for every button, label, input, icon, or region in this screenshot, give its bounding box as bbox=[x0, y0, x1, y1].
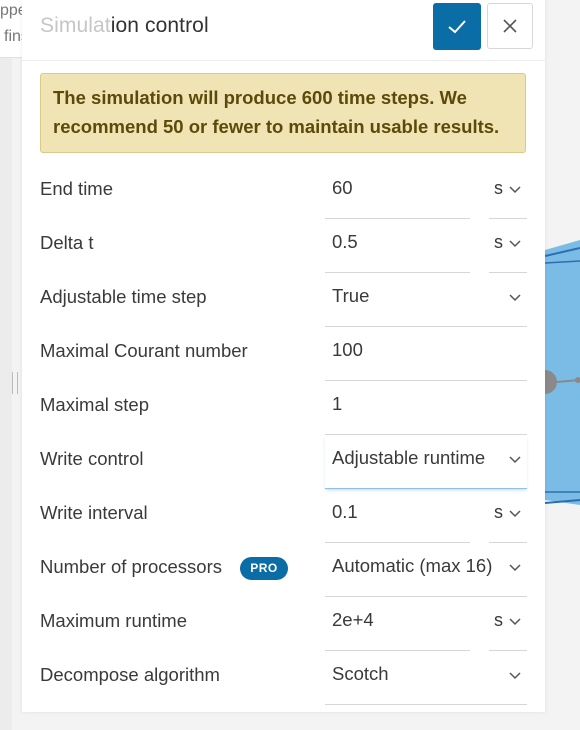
maximum-runtime-input[interactable]: 2e+4 bbox=[325, 597, 470, 651]
check-icon bbox=[448, 19, 466, 33]
viewport-geometry bbox=[545, 240, 580, 505]
write-interval-unit-select[interactable]: s bbox=[489, 489, 527, 543]
field-row-max-step: Maximal step 1 bbox=[22, 381, 545, 435]
field-row-write-control: Write control Adjustable runtime bbox=[22, 435, 545, 489]
left-sidebar-background bbox=[0, 0, 12, 730]
delta-t-input[interactable]: 0.5 bbox=[325, 219, 470, 273]
chevron-down-icon bbox=[509, 456, 521, 464]
field-label: Delta t bbox=[40, 232, 94, 253]
field-row-number-of-processors: Number of processors PRO Automatic (max … bbox=[22, 543, 545, 597]
write-control-select[interactable]: Adjustable runtime bbox=[325, 435, 527, 489]
field-value: Scotch bbox=[332, 663, 389, 684]
chevron-down-icon bbox=[509, 672, 521, 680]
pro-badge: PRO bbox=[240, 557, 288, 580]
number-of-processors-select[interactable]: Automatic (max 16) bbox=[325, 543, 527, 597]
field-value: Automatic (max 16) bbox=[332, 555, 493, 576]
write-interval-input[interactable]: 0.1 bbox=[325, 489, 470, 543]
panel-title-text: ion control bbox=[110, 14, 209, 37]
close-button[interactable] bbox=[487, 3, 533, 49]
field-label: Write interval bbox=[40, 502, 148, 523]
panel-resize-handle[interactable] bbox=[12, 372, 18, 394]
field-label: End time bbox=[40, 178, 114, 199]
chevron-down-icon bbox=[509, 510, 521, 518]
field-row-write-interval: Write interval 0.1 s bbox=[22, 489, 545, 543]
chevron-down-icon bbox=[509, 186, 521, 194]
delta-t-unit-select[interactable]: s bbox=[489, 219, 527, 273]
panel-title: Simulation control bbox=[40, 14, 209, 38]
field-label: Decompose algorithm bbox=[40, 664, 220, 685]
confirm-button[interactable] bbox=[433, 3, 481, 50]
field-row-end-time: End time 60 s bbox=[22, 165, 545, 219]
chevron-down-icon bbox=[509, 294, 521, 302]
unit-label: s bbox=[494, 502, 503, 522]
field-row-max-courant: Maximal Courant number 100 bbox=[22, 327, 545, 381]
field-value: True bbox=[332, 285, 370, 306]
field-row-maximum-runtime: Maximum runtime 2e+4 s bbox=[22, 597, 545, 651]
chevron-down-icon bbox=[509, 564, 521, 572]
unit-label: s bbox=[494, 178, 503, 198]
maximum-runtime-unit-select[interactable]: s bbox=[489, 597, 527, 651]
field-label: Maximum runtime bbox=[40, 610, 187, 631]
field-row-decompose-algorithm: Decompose algorithm Scotch bbox=[22, 651, 545, 705]
max-courant-input[interactable]: 100 bbox=[325, 327, 527, 381]
simulation-control-panel: Simulation control The simulation will p… bbox=[22, 0, 545, 712]
field-value: 2e+4 bbox=[332, 609, 374, 630]
field-row-adjustable-time-step: Adjustable time step True bbox=[22, 273, 545, 327]
adjustable-time-step-select[interactable]: True bbox=[325, 273, 527, 327]
field-label: Maximal Courant number bbox=[40, 340, 248, 361]
end-time-unit-select[interactable]: s bbox=[489, 165, 527, 219]
field-value: Adjustable runtime bbox=[332, 447, 486, 468]
field-row-delta-t: Delta t 0.5 s bbox=[22, 219, 545, 273]
field-value: 1 bbox=[332, 393, 343, 414]
field-value: 0.1 bbox=[332, 501, 358, 522]
chevron-down-icon bbox=[509, 618, 521, 626]
close-icon bbox=[503, 19, 517, 33]
end-time-input[interactable]: 60 bbox=[325, 165, 470, 219]
field-label: Adjustable time step bbox=[40, 286, 207, 307]
field-label: Number of processors bbox=[40, 556, 222, 577]
field-value: 100 bbox=[332, 339, 363, 360]
max-step-input[interactable]: 1 bbox=[325, 381, 527, 435]
field-label: Write control bbox=[40, 448, 144, 469]
field-label: Maximal step bbox=[40, 394, 149, 415]
unit-label: s bbox=[494, 232, 503, 252]
field-value: 60 bbox=[332, 177, 353, 198]
unit-label: s bbox=[494, 610, 503, 630]
field-value: 0.5 bbox=[332, 231, 358, 252]
chevron-down-icon bbox=[509, 240, 521, 248]
decompose-algorithm-select[interactable]: Scotch bbox=[325, 651, 527, 705]
header-divider bbox=[22, 60, 545, 61]
panel-title-faded: Simulat bbox=[40, 14, 111, 37]
warning-banner: The simulation will produce 600 time ste… bbox=[40, 73, 526, 153]
